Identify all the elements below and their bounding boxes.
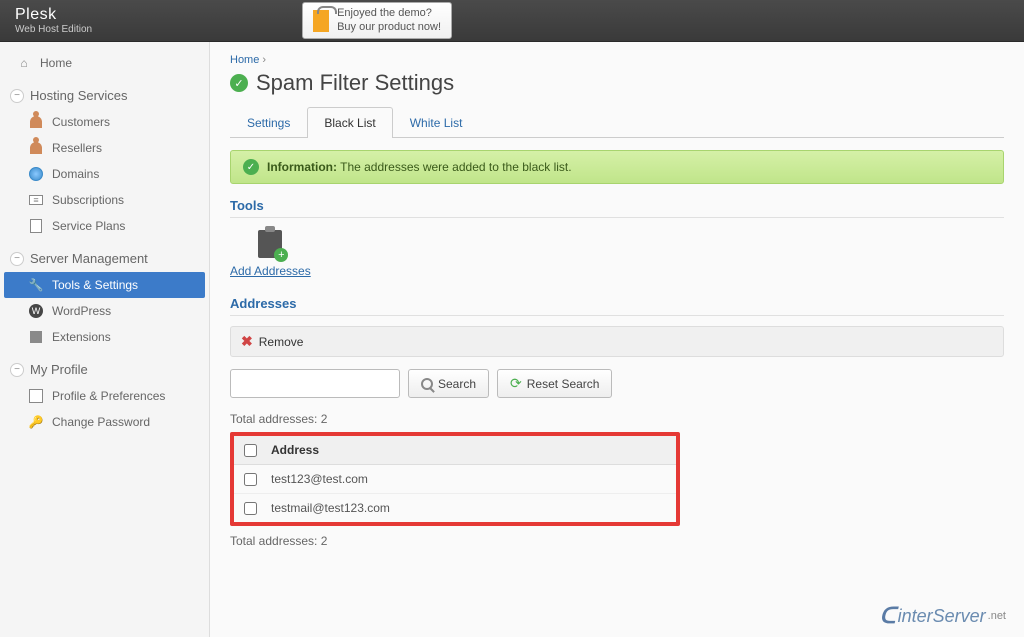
remove-icon: ✖ bbox=[241, 333, 253, 350]
nav-resellers[interactable]: Resellers bbox=[0, 135, 209, 161]
nav-extensions[interactable]: Extensions bbox=[0, 324, 209, 350]
person-icon bbox=[28, 114, 44, 130]
row-checkbox[interactable] bbox=[244, 502, 257, 515]
section-tools-title: Tools bbox=[230, 198, 1004, 218]
nav-tools-settings[interactable]: 🔧 Tools & Settings bbox=[4, 272, 205, 298]
total-bottom: Total addresses: 2 bbox=[230, 534, 1004, 548]
wrench-icon: 🔧 bbox=[28, 277, 44, 293]
main-content: Home › ✓ Spam Filter Settings Settings B… bbox=[210, 42, 1024, 637]
add-addresses-label: Add Addresses bbox=[230, 264, 311, 278]
key-icon: 🔑 bbox=[28, 414, 44, 430]
tab-blacklist[interactable]: Black List bbox=[307, 107, 392, 138]
nav-wordpress[interactable]: W WordPress bbox=[0, 298, 209, 324]
reset-search-button[interactable]: ⟳ Reset Search bbox=[497, 369, 612, 398]
home-icon: ⌂ bbox=[16, 55, 32, 71]
cell-address: test123@test.com bbox=[271, 472, 368, 486]
cell-address: testmail@test123.com bbox=[271, 501, 390, 515]
col-address: Address bbox=[271, 443, 319, 457]
row-checkbox[interactable] bbox=[244, 473, 257, 486]
person-icon bbox=[28, 140, 44, 156]
info-message: ✓ Information: The addresses were added … bbox=[230, 150, 1004, 184]
nav-domains[interactable]: Domains bbox=[0, 161, 209, 187]
tabs: Settings Black List White List bbox=[230, 106, 1004, 138]
total-top: Total addresses: 2 bbox=[230, 412, 1004, 426]
section-addresses-title: Addresses bbox=[230, 296, 1004, 316]
nav-subscriptions[interactable]: Subscriptions bbox=[0, 187, 209, 213]
breadcrumb: Home › bbox=[230, 54, 1004, 66]
nav-group-server[interactable]: − Server Management bbox=[0, 245, 209, 272]
refresh-icon: ⟳ bbox=[510, 375, 522, 392]
promo-text: Enjoyed the demo? Buy our product now! bbox=[337, 7, 441, 33]
nav-group-profile[interactable]: − My Profile bbox=[0, 356, 209, 383]
breadcrumb-sep: › bbox=[262, 54, 266, 66]
subscription-icon bbox=[28, 192, 44, 208]
tab-whitelist[interactable]: White List bbox=[393, 107, 480, 138]
page-title-row: ✓ Spam Filter Settings bbox=[230, 70, 1004, 96]
brand-name: Plesk bbox=[15, 6, 92, 24]
search-row: Search ⟳ Reset Search bbox=[230, 369, 1004, 398]
globe-icon bbox=[28, 166, 44, 182]
collapse-icon[interactable]: − bbox=[10, 363, 24, 377]
brand-logo: Plesk Web Host Edition bbox=[15, 6, 92, 35]
breadcrumb-home[interactable]: Home bbox=[230, 54, 259, 66]
table-header: Address bbox=[234, 436, 676, 465]
search-icon bbox=[421, 378, 433, 390]
plan-icon bbox=[28, 218, 44, 234]
search-input[interactable] bbox=[230, 369, 400, 398]
check-icon: ✓ bbox=[243, 159, 259, 175]
table-row[interactable]: testmail@test123.com bbox=[234, 494, 676, 522]
nav-profile-prefs[interactable]: Profile & Preferences bbox=[0, 383, 209, 409]
address-table: Address test123@test.com testmail@test12… bbox=[230, 432, 680, 526]
page-title: Spam Filter Settings bbox=[256, 70, 454, 96]
promo-button[interactable]: Enjoyed the demo? Buy our product now! bbox=[302, 2, 452, 38]
add-addresses-button[interactable]: Add Addresses bbox=[230, 228, 311, 278]
extension-icon bbox=[28, 329, 44, 345]
top-header: Plesk Web Host Edition Enjoyed the demo?… bbox=[0, 0, 1024, 42]
select-all-checkbox[interactable] bbox=[244, 444, 257, 457]
cart-icon bbox=[313, 13, 329, 29]
collapse-icon[interactable]: − bbox=[10, 252, 24, 266]
table-row[interactable]: test123@test.com bbox=[234, 465, 676, 494]
tools-row: Add Addresses bbox=[230, 228, 1004, 278]
clipboard-add-icon bbox=[254, 228, 286, 260]
footer-brand: ᑕ interServer .net bbox=[880, 603, 1006, 629]
profile-icon bbox=[28, 388, 44, 404]
brand-edition: Web Host Edition bbox=[15, 24, 92, 35]
nav-home[interactable]: ⌂ Home bbox=[0, 50, 209, 76]
tab-settings[interactable]: Settings bbox=[230, 107, 307, 138]
toolbar: ✖ Remove bbox=[230, 326, 1004, 357]
brand-mark-icon: ᑕ bbox=[880, 603, 896, 629]
nav-customers[interactable]: Customers bbox=[0, 109, 209, 135]
check-icon: ✓ bbox=[230, 74, 248, 92]
nav-group-hosting[interactable]: − Hosting Services bbox=[0, 82, 209, 109]
nav-change-password[interactable]: 🔑 Change Password bbox=[0, 409, 209, 435]
search-button[interactable]: Search bbox=[408, 369, 489, 398]
wordpress-icon: W bbox=[28, 303, 44, 319]
collapse-icon[interactable]: − bbox=[10, 89, 24, 103]
remove-button[interactable]: Remove bbox=[259, 335, 304, 349]
nav-service-plans[interactable]: Service Plans bbox=[0, 213, 209, 239]
sidebar: ⌂ Home − Hosting Services Customers Rese… bbox=[0, 42, 210, 637]
